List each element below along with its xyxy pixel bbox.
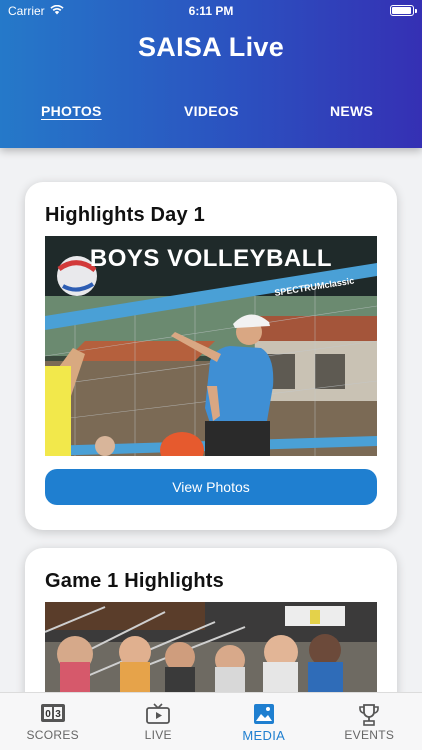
nav-events[interactable]: EVENTS <box>317 693 422 750</box>
media-card: Game 1 Highlights <box>25 548 397 692</box>
nav-media-label: MEDIA <box>242 728 286 743</box>
app-header: Carrier 6:11 PM SAISA Live PHOTOS VIDEOS… <box>0 0 422 148</box>
bottom-navigation: 03 SCORES LIVE MEDIA EVENTS <box>0 692 422 750</box>
card-title: Highlights Day 1 <box>45 204 205 226</box>
svg-text:3: 3 <box>55 709 61 720</box>
media-card: Highlights Day 1 BOYS VOLLEYBALL SPECTRU… <box>25 182 397 530</box>
image-icon <box>211 703 317 725</box>
svg-text:0: 0 <box>45 709 51 720</box>
tab-videos[interactable]: VIDEOS <box>184 103 239 119</box>
media-feed[interactable]: Highlights Day 1 BOYS VOLLEYBALL SPECTRU… <box>0 148 422 692</box>
nav-events-label: EVENTS <box>344 728 395 742</box>
card-photo[interactable] <box>45 602 377 692</box>
card-title: Game 1 Highlights <box>45 570 224 592</box>
nav-media[interactable]: MEDIA <box>211 693 317 750</box>
status-time: 6:11 PM <box>188 4 234 18</box>
tab-news[interactable]: NEWS <box>330 103 373 119</box>
battery-icon <box>390 5 417 16</box>
media-tabs: PHOTOS VIDEOS NEWS <box>0 103 422 125</box>
app-title: SAISA Live <box>137 32 285 62</box>
live-tv-icon <box>106 703 212 725</box>
photo-caption: BOYS VOLLEYBALL <box>90 245 332 272</box>
card-photo[interactable]: BOYS VOLLEYBALL SPECTRUMclassic <box>45 236 377 456</box>
nav-scores[interactable]: 03 SCORES <box>0 693 106 750</box>
scoreboard-icon: 03 <box>0 703 106 723</box>
nav-scores-label: SCORES <box>26 728 79 742</box>
nav-live[interactable]: LIVE <box>106 693 212 750</box>
view-photos-button[interactable]: View Photos <box>45 469 377 505</box>
nav-live-label: LIVE <box>144 728 172 742</box>
tab-photos[interactable]: PHOTOS <box>41 103 102 119</box>
trophy-icon <box>317 703 422 727</box>
status-bar: Carrier 6:11 PM <box>0 0 422 22</box>
